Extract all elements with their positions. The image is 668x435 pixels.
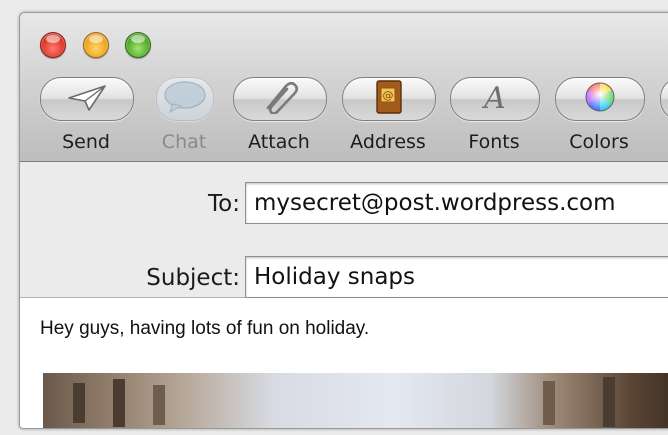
colors-button[interactable] [555, 77, 645, 121]
close-window-button[interactable] [40, 32, 66, 58]
address-book-icon: @ [372, 79, 406, 119]
paper-plane-icon [65, 82, 109, 116]
subject-field[interactable]: Holiday snaps [245, 256, 668, 298]
inline-photo [43, 373, 668, 428]
send-label: Send [62, 131, 110, 153]
send-button[interactable] [40, 77, 134, 121]
toolbar-overflow-button[interactable] [660, 77, 668, 121]
mail-compose-window: Send Chat Attach @ Address A Fonts Color… [19, 12, 668, 429]
attach-button[interactable] [233, 77, 327, 121]
attach-label: Attach [248, 131, 310, 153]
font-a-icon: A [478, 81, 512, 117]
chat-button[interactable] [156, 77, 214, 121]
svg-text:@: @ [383, 89, 394, 102]
address-label: Address [350, 131, 426, 153]
color-wheel-icon [583, 80, 617, 118]
address-button[interactable]: @ [342, 77, 436, 121]
svg-text:A: A [481, 81, 506, 113]
subject-label: Subject: [146, 265, 240, 291]
colors-label: Colors [569, 131, 629, 153]
fonts-label: Fonts [468, 131, 520, 153]
toolbar: Send Chat Attach @ Address A Fonts Color… [20, 13, 668, 162]
message-headers: To: mysecret@post.wordpress.com Subject:… [20, 162, 668, 298]
to-field[interactable]: mysecret@post.wordpress.com [245, 182, 668, 224]
message-body-text[interactable]: Hey guys, having lots of fun on holiday. [40, 318, 369, 340]
minimize-window-button[interactable] [83, 32, 109, 58]
chat-label: Chat [161, 131, 207, 153]
paperclip-icon [260, 80, 300, 118]
to-label: To: [208, 191, 240, 217]
zoom-window-button[interactable] [125, 32, 151, 58]
fonts-button[interactable]: A [450, 77, 540, 121]
speech-bubble-icon [161, 80, 209, 118]
